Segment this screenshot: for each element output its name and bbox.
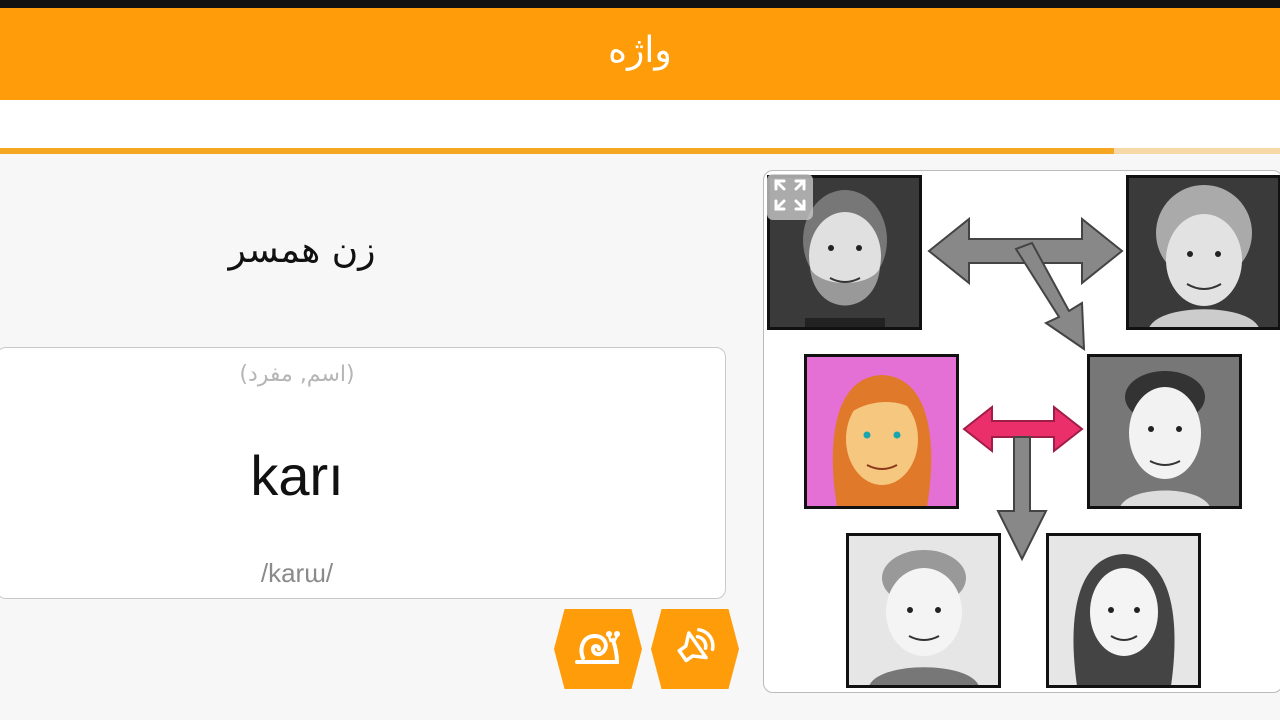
translation-text: زن همسر <box>228 230 376 271</box>
word-card: (اسم, مفرد) karı /karɯ/ <box>0 347 726 599</box>
family-illustration <box>763 170 1280 693</box>
app-bar: واژه <box>0 8 1280 100</box>
status-bar <box>0 0 1280 8</box>
expand-image-button[interactable] <box>767 174 813 220</box>
slow-audio-button[interactable] <box>554 609 642 689</box>
play-audio-button[interactable] <box>651 609 739 689</box>
pronunciation: /karɯ/ <box>260 558 334 588</box>
expand-icon <box>773 178 807 216</box>
sub-header <box>0 100 1280 148</box>
page-title: واژه <box>608 30 672 71</box>
vocabulary-word: karı <box>250 444 344 507</box>
progress-fill <box>0 148 1114 154</box>
relationship-arrows <box>927 216 1124 562</box>
part-of-speech: (اسم, مفرد) <box>239 362 355 387</box>
progress-bar <box>0 148 1280 154</box>
speaker-icon <box>670 624 720 674</box>
snail-icon <box>573 624 623 674</box>
